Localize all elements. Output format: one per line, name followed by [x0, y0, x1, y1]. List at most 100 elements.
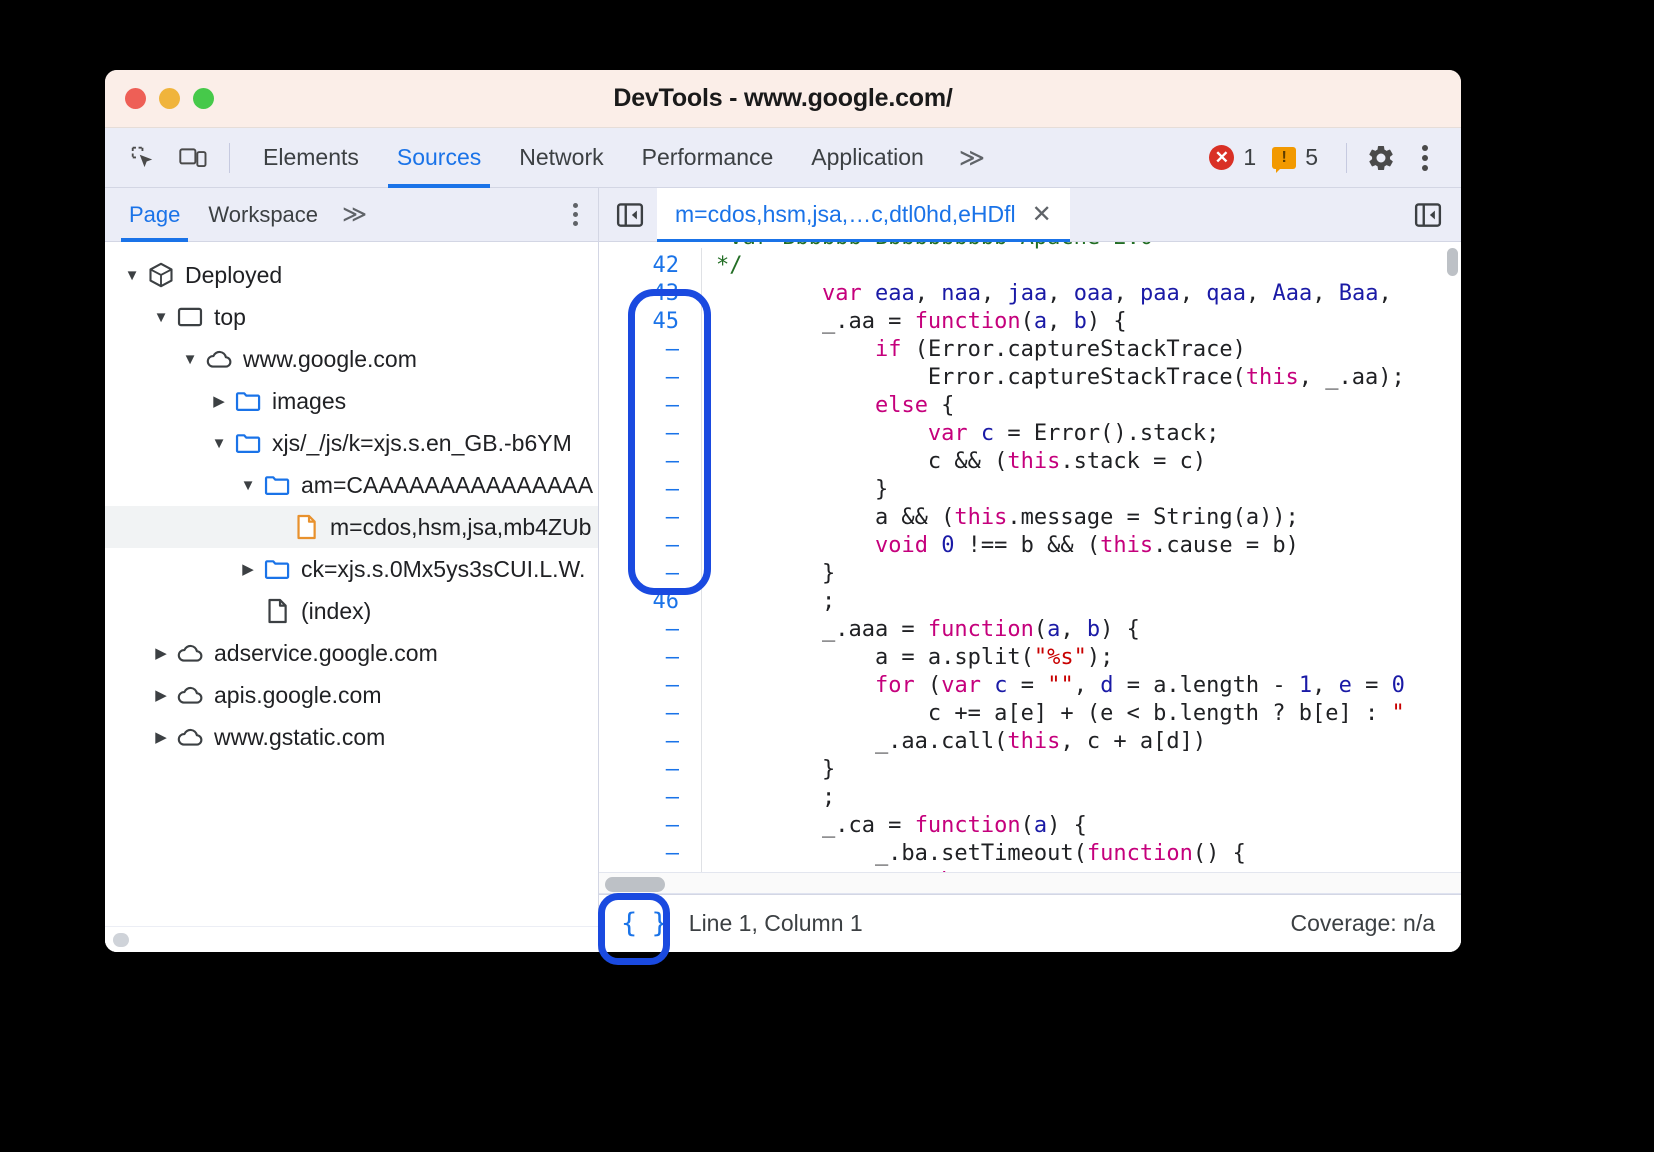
editor-scroll-thumb[interactable]	[605, 877, 665, 892]
line-number[interactable]: –	[599, 392, 701, 420]
line-number[interactable]: –	[599, 336, 701, 364]
show-navigator-icon[interactable]	[615, 200, 645, 230]
code-editor[interactable]: 424345–––––––––46––––––––– var Bbbbbb Bb…	[599, 242, 1461, 872]
nav-tab-page[interactable]: Page	[115, 188, 194, 242]
error-icon: ✕	[1209, 145, 1234, 170]
line-number[interactable]: 43	[599, 280, 701, 308]
tree-item[interactable]: ▶www.gstatic.com	[105, 716, 598, 758]
tree-item[interactable]: ▶images	[105, 380, 598, 422]
line-number[interactable]: 46	[599, 588, 701, 616]
device-toolbar-icon[interactable]	[171, 136, 215, 180]
tree-item[interactable]: ▼ www.google.com	[105, 338, 598, 380]
twisty-collapsed-icon[interactable]: ▶	[148, 728, 174, 746]
kebab-menu-icon[interactable]	[1403, 136, 1447, 180]
cloud-icon	[203, 345, 235, 373]
editor-tab-active[interactable]: m=cdos,hsm,jsa,…c,dtl0hd,eHDfl ✕	[657, 188, 1070, 242]
line-number[interactable]: –	[599, 504, 701, 532]
code-line: _.aaa = function(a, b) {	[716, 616, 1461, 644]
line-number[interactable]: –	[599, 616, 701, 644]
file-tree[interactable]: ▼Deployed▼top▼www.google.com▶images▼xjs/…	[105, 242, 598, 926]
line-number[interactable]: –	[599, 364, 701, 392]
line-number[interactable]: –	[599, 700, 701, 728]
tree-item-label: am=CAAAAAAAAAAAAAAA	[301, 472, 593, 499]
twisty-expanded-icon[interactable]: ▼	[235, 477, 261, 494]
code-line: ;	[716, 588, 1461, 616]
tree-item[interactable]: ▶adservice.google.com	[105, 632, 598, 674]
code-line: Error.captureStackTrace(this, _.aa);	[716, 364, 1461, 392]
line-number[interactable]: –	[599, 672, 701, 700]
line-number[interactable]: –	[599, 644, 701, 672]
gear-icon[interactable]	[1359, 136, 1403, 180]
tree-item[interactable]: ▶m=cdos,hsm,jsa,mb4ZUb	[105, 506, 598, 548]
show-debugger-icon[interactable]	[1413, 200, 1443, 230]
line-number[interactable]: –	[599, 420, 701, 448]
code-line: _.aa = function(a, b) {	[716, 308, 1461, 336]
inspect-element-icon[interactable]	[121, 136, 165, 180]
maximize-window-button[interactable]	[193, 88, 214, 109]
code-line: }	[716, 756, 1461, 784]
line-number[interactable]: –	[599, 560, 701, 588]
twisty-expanded-icon[interactable]: ▼	[177, 351, 203, 368]
twisty-collapsed-icon[interactable]: ▶	[148, 686, 174, 704]
twisty-expanded-icon[interactable]: ▼	[148, 309, 174, 326]
tree-item[interactable]: ▼ am=CAAAAAAAAAAAAAAA	[105, 464, 598, 506]
panel-tab-performance[interactable]: Performance	[623, 128, 793, 188]
line-number[interactable]: –	[599, 476, 701, 504]
tree-item[interactable]: ▶(index)	[105, 590, 598, 632]
close-window-button[interactable]	[125, 88, 146, 109]
line-number[interactable]: –	[599, 840, 701, 868]
nav-tab-workspace[interactable]: Workspace	[194, 188, 332, 242]
navigator-tabbar: Page Workspace ≫	[105, 188, 598, 242]
navigator-kebab-menu-icon[interactable]	[573, 203, 578, 226]
minimize-window-button[interactable]	[159, 88, 180, 109]
editor-statusbar: { } Line 1, Column 1 Coverage: n/a	[599, 894, 1461, 952]
code-line: var c = Error().stack;	[716, 420, 1461, 448]
navigator-scroll-thumb[interactable]	[113, 933, 129, 947]
tree-item[interactable]: ▶apis.google.com	[105, 674, 598, 716]
tree-item-label: www.google.com	[243, 346, 417, 373]
line-number[interactable]: 42	[599, 252, 701, 280]
source-code-content[interactable]: var Bbbbbb Bbbbbbbbbb Apache 2.0*/ var e…	[702, 242, 1461, 872]
toolbar-divider-2	[1346, 143, 1347, 173]
panel-tab-network[interactable]: Network	[500, 128, 622, 188]
devtools-body: Page Workspace ≫ ▼Deployed▼top▼www.googl…	[105, 188, 1461, 952]
line-number[interactable]: –	[599, 756, 701, 784]
close-icon[interactable]: ✕	[1032, 203, 1052, 227]
cloud-icon	[174, 639, 206, 667]
panel-tab-application[interactable]: Application	[792, 128, 943, 188]
pretty-print-button[interactable]: { }	[621, 908, 667, 939]
error-count-group[interactable]: ✕ 1	[1209, 144, 1256, 171]
error-count: 1	[1243, 144, 1256, 171]
warning-count: 5	[1305, 144, 1318, 171]
editor-vertical-scrollbar[interactable]	[1447, 248, 1458, 276]
code-line: _.ba.setTimeout(function() {	[716, 840, 1461, 868]
line-number[interactable]: –	[599, 448, 701, 476]
panel-tab-elements[interactable]: Elements	[244, 128, 378, 188]
twisty-collapsed-icon[interactable]: ▶	[148, 644, 174, 662]
folder-icon	[261, 471, 293, 499]
navigator-more-chevron-icon[interactable]: ≫	[332, 200, 377, 229]
tree-item[interactable]: ▼top	[105, 296, 598, 338]
code-line: */	[716, 252, 1461, 280]
editor-horizontal-scrollbar[interactable]	[599, 872, 1461, 894]
navigator-horizontal-scrollbar[interactable]	[105, 926, 598, 952]
line-number[interactable]: 45	[599, 308, 701, 336]
line-number[interactable]: –	[599, 728, 701, 756]
twisty-expanded-icon[interactable]: ▼	[119, 267, 145, 284]
line-number[interactable]: –	[599, 532, 701, 560]
twisty-expanded-icon[interactable]: ▼	[206, 435, 232, 452]
more-panels-chevron-icon[interactable]: ≫	[943, 143, 1001, 173]
tree-item-label: xjs/_/js/k=xjs.s.en_GB.-b6YM	[272, 430, 572, 457]
tree-item[interactable]: ▶ck=xjs.s.0Mx5ys3sCUI.L.W.	[105, 548, 598, 590]
warning-count-group[interactable]: ! 5	[1272, 144, 1318, 171]
panel-tab-sources[interactable]: Sources	[378, 128, 500, 188]
tree-item[interactable]: ▼Deployed	[105, 254, 598, 296]
devtools-window: DevTools - www.google.com/ Elements Sour…	[105, 70, 1461, 952]
twisty-collapsed-icon[interactable]: ▶	[206, 392, 232, 410]
tree-item[interactable]: ▼ xjs/_/js/k=xjs.s.en_GB.-b6YM	[105, 422, 598, 464]
line-number[interactable]: –	[599, 784, 701, 812]
traffic-light-buttons	[125, 88, 214, 109]
line-number[interactable]: –	[599, 812, 701, 840]
twisty-collapsed-icon[interactable]: ▶	[235, 560, 261, 578]
line-number-gutter[interactable]: 424345–––––––––46–––––––––	[599, 248, 702, 872]
